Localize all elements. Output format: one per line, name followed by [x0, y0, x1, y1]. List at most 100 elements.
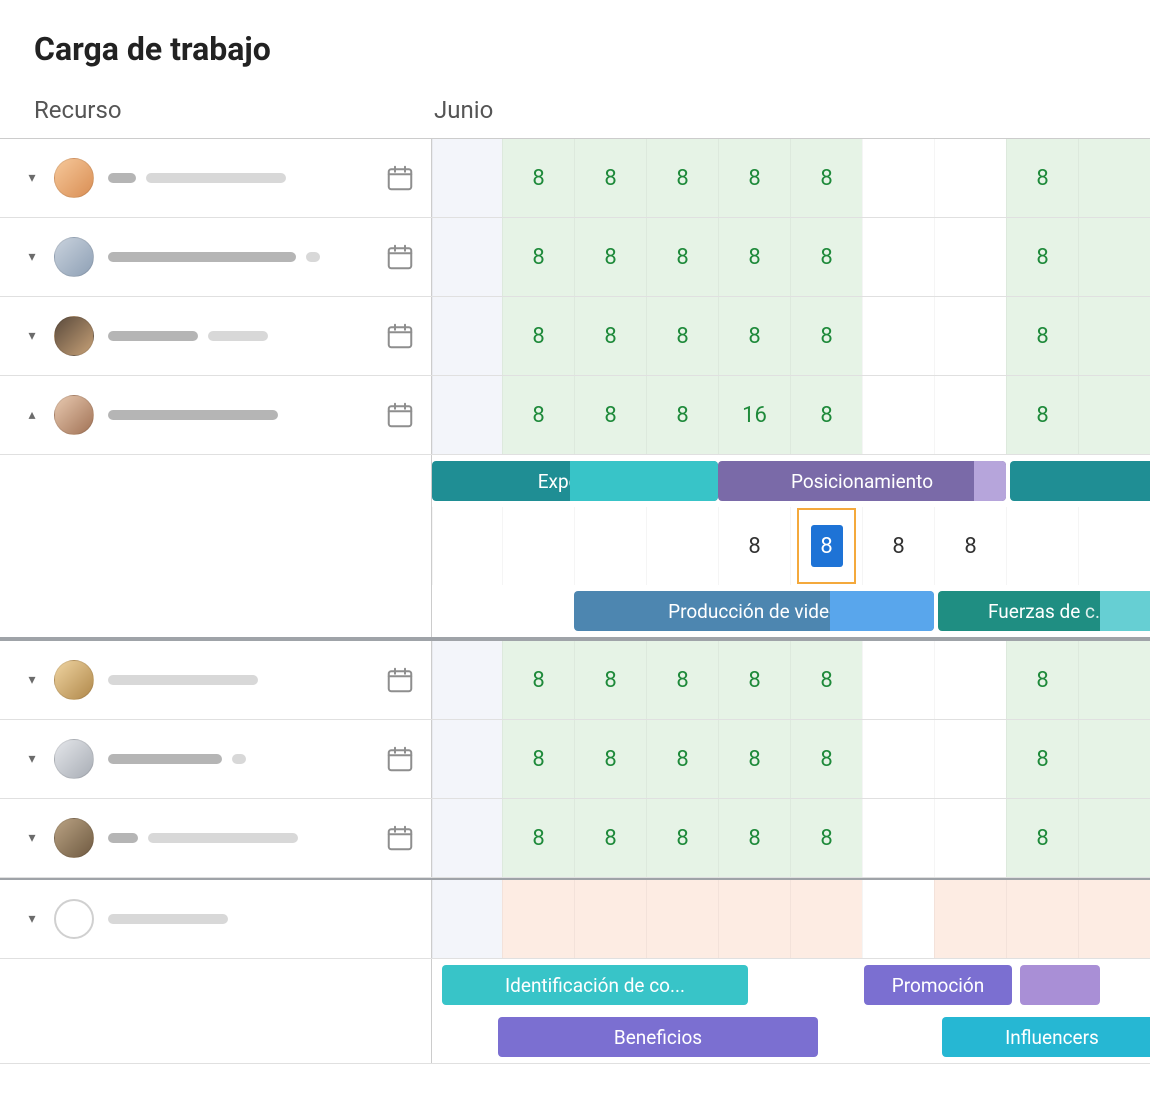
- calendar-icon[interactable]: [385, 242, 415, 272]
- day-cell[interactable]: [1078, 880, 1150, 958]
- day-cell[interactable]: 8: [574, 720, 646, 798]
- avatar[interactable]: [54, 660, 94, 700]
- day-cell[interactable]: [432, 218, 502, 296]
- allocation-highlight[interactable]: 8: [811, 525, 843, 567]
- day-cell[interactable]: 8: [718, 218, 790, 296]
- day-cell[interactable]: [790, 880, 862, 958]
- task-bar[interactable]: Expertos: [432, 461, 718, 501]
- day-cell[interactable]: 8: [1006, 720, 1078, 798]
- allocation-cell[interactable]: 8: [862, 507, 934, 585]
- allocation-cell[interactable]: [574, 507, 646, 585]
- day-cell[interactable]: 8: [502, 376, 574, 454]
- day-cell[interactable]: 8: [1006, 641, 1078, 719]
- day-cell[interactable]: 8: [646, 376, 718, 454]
- day-cell[interactable]: 8: [574, 799, 646, 877]
- day-cell[interactable]: [934, 139, 1006, 217]
- allocation-cell[interactable]: 8: [790, 507, 862, 585]
- allocation-cell[interactable]: [646, 507, 718, 585]
- chevron-down-icon[interactable]: ▾: [24, 911, 40, 927]
- day-cell[interactable]: [718, 880, 790, 958]
- day-cell[interactable]: 8: [718, 297, 790, 375]
- day-cell[interactable]: 8: [502, 297, 574, 375]
- day-cell[interactable]: [934, 218, 1006, 296]
- day-cell[interactable]: 8: [646, 139, 718, 217]
- day-cell[interactable]: 8: [646, 297, 718, 375]
- task-bar[interactable]: Fuerzas de c...: [938, 591, 1150, 631]
- allocation-cell[interactable]: [1078, 507, 1150, 585]
- day-cell[interactable]: 8: [502, 799, 574, 877]
- day-cell[interactable]: [432, 880, 502, 958]
- day-cell[interactable]: 8: [502, 139, 574, 217]
- avatar[interactable]: [54, 158, 94, 198]
- day-cell[interactable]: 8: [574, 139, 646, 217]
- day-cell[interactable]: [574, 880, 646, 958]
- day-cell[interactable]: 8: [502, 641, 574, 719]
- day-cell[interactable]: 8: [718, 641, 790, 719]
- calendar-icon[interactable]: [385, 400, 415, 430]
- day-cell[interactable]: [862, 641, 934, 719]
- chevron-down-icon[interactable]: ▾: [24, 249, 40, 265]
- chevron-down-icon[interactable]: ▾: [24, 170, 40, 186]
- day-cell[interactable]: 8: [574, 297, 646, 375]
- day-cell[interactable]: [432, 641, 502, 719]
- task-bar[interactable]: Beneficios: [498, 1017, 818, 1057]
- day-cell[interactable]: 8: [646, 218, 718, 296]
- day-cell[interactable]: [432, 720, 502, 798]
- calendar-icon[interactable]: [385, 744, 415, 774]
- allocation-cell[interactable]: [502, 507, 574, 585]
- day-cell[interactable]: [934, 297, 1006, 375]
- day-cell[interactable]: [1078, 799, 1150, 877]
- day-cell[interactable]: 8: [646, 799, 718, 877]
- chevron-down-icon[interactable]: ▾: [24, 328, 40, 344]
- chevron-down-icon[interactable]: ▾: [24, 830, 40, 846]
- day-cell[interactable]: [862, 218, 934, 296]
- calendar-icon[interactable]: [385, 823, 415, 853]
- day-cell[interactable]: 8: [790, 799, 862, 877]
- day-cell[interactable]: [934, 799, 1006, 877]
- chevron-down-icon[interactable]: ▾: [24, 672, 40, 688]
- day-cell[interactable]: 8: [574, 376, 646, 454]
- day-cell[interactable]: [1078, 720, 1150, 798]
- avatar[interactable]: [54, 237, 94, 277]
- task-bar[interactable]: Posicionamiento: [718, 461, 1006, 501]
- day-cell[interactable]: 8: [718, 139, 790, 217]
- day-cell[interactable]: 8: [646, 720, 718, 798]
- day-cell[interactable]: [862, 139, 934, 217]
- avatar[interactable]: [54, 818, 94, 858]
- task-bar[interactable]: Identificación de co...: [442, 965, 748, 1005]
- task-bar[interactable]: [1010, 461, 1150, 501]
- day-cell[interactable]: [1078, 641, 1150, 719]
- day-cell[interactable]: 8: [1006, 376, 1078, 454]
- allocation-cell[interactable]: 8: [934, 507, 1006, 585]
- avatar[interactable]: [54, 739, 94, 779]
- day-cell[interactable]: [934, 376, 1006, 454]
- task-bar[interactable]: Influencers: [942, 1017, 1150, 1057]
- day-cell[interactable]: [1078, 139, 1150, 217]
- allocation-cell[interactable]: [1006, 507, 1078, 585]
- day-cell[interactable]: 8: [1006, 799, 1078, 877]
- day-cell[interactable]: [1006, 880, 1078, 958]
- avatar[interactable]: [54, 316, 94, 356]
- day-cell[interactable]: 8: [502, 720, 574, 798]
- day-cell[interactable]: [432, 139, 502, 217]
- avatar[interactable]: [54, 395, 94, 435]
- allocation-cell[interactable]: [432, 507, 502, 585]
- day-cell[interactable]: [862, 799, 934, 877]
- day-cell[interactable]: [1078, 297, 1150, 375]
- day-cell[interactable]: 8: [646, 641, 718, 719]
- calendar-icon[interactable]: [385, 163, 415, 193]
- day-cell[interactable]: 8: [790, 376, 862, 454]
- day-cell[interactable]: 16: [718, 376, 790, 454]
- day-cell[interactable]: 8: [574, 641, 646, 719]
- day-cell[interactable]: 8: [790, 641, 862, 719]
- day-cell[interactable]: [646, 880, 718, 958]
- chevron-down-icon[interactable]: ▾: [24, 751, 40, 767]
- day-cell[interactable]: 8: [790, 139, 862, 217]
- day-cell[interactable]: [1078, 218, 1150, 296]
- day-cell[interactable]: [934, 641, 1006, 719]
- allocation-cell[interactable]: 8: [718, 507, 790, 585]
- task-bar[interactable]: Producción de video: [574, 591, 934, 631]
- day-cell[interactable]: [862, 720, 934, 798]
- day-cell[interactable]: 8: [574, 218, 646, 296]
- avatar[interactable]: [54, 899, 94, 939]
